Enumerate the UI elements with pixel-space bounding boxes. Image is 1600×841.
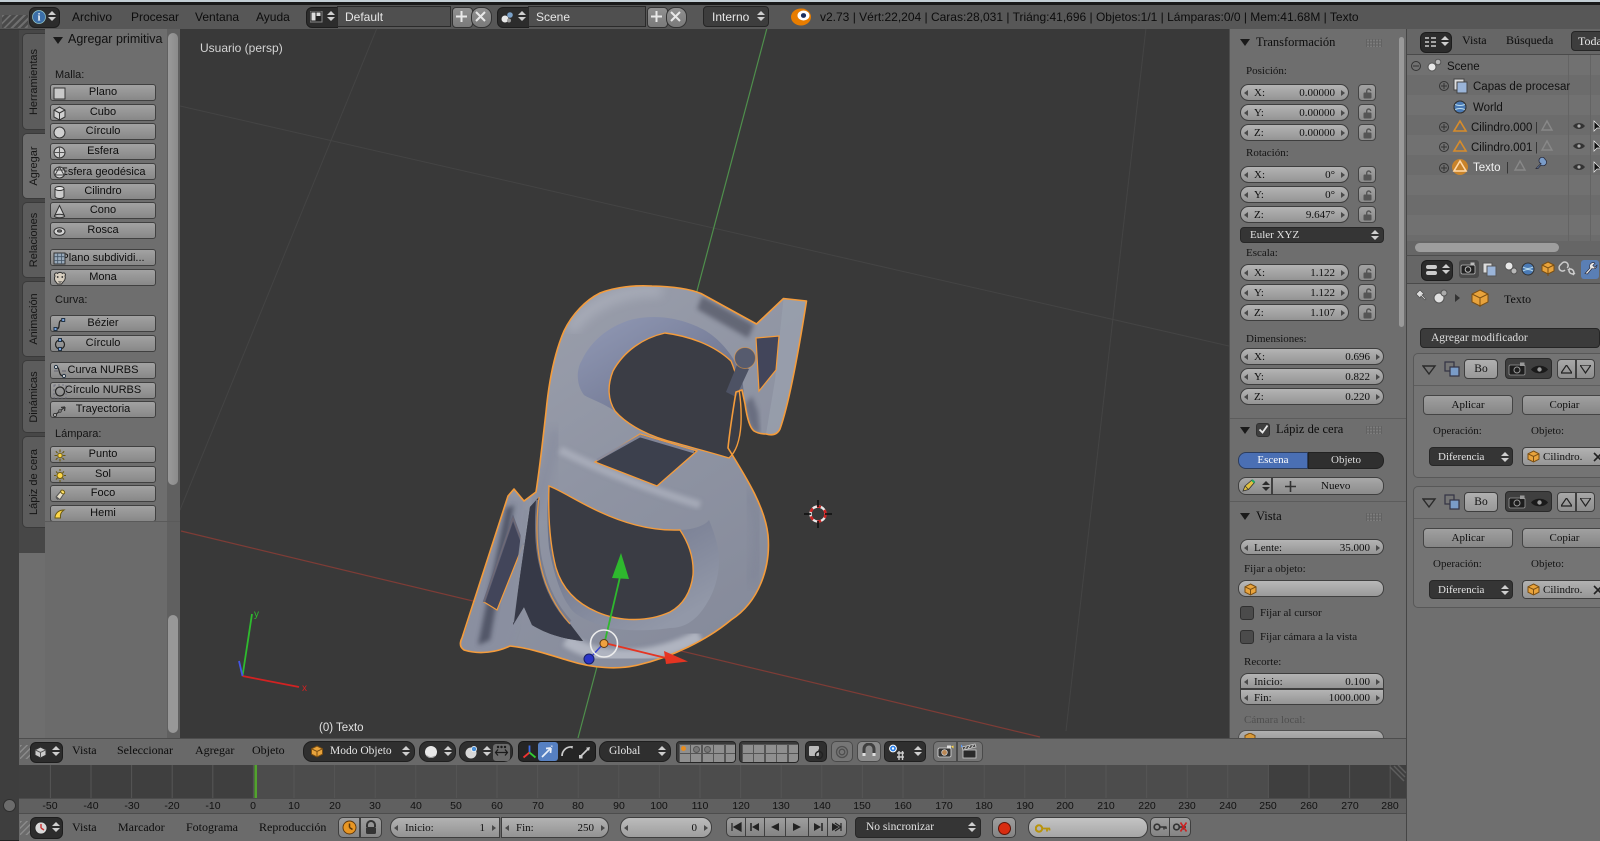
svg-text:50: 50 [450,800,462,812]
svg-text:Usuario (persp): Usuario (persp) [200,41,283,55]
svg-text:190: 190 [1016,800,1034,812]
svg-text:Texto: Texto [1473,162,1501,174]
svg-text:40: 40 [410,800,422,812]
svg-text:210: 210 [1097,800,1115,812]
svg-text:70: 70 [532,800,544,812]
svg-text:270: 270 [1341,800,1359,812]
svg-text:(0) Texto: (0) Texto [319,722,364,734]
svg-text:140: 140 [813,800,831,812]
svg-text:10: 10 [288,800,300,812]
svg-text:120: 120 [732,800,750,812]
svg-text:|: | [1506,162,1509,174]
svg-text:x: x [302,683,307,694]
svg-text:0: 0 [250,800,256,812]
svg-text:i: i [38,13,41,24]
svg-text:80: 80 [572,800,584,812]
svg-text:170: 170 [935,800,953,812]
svg-text:180: 180 [975,800,993,812]
svg-text:60: 60 [491,800,503,812]
svg-text:|: | [1535,142,1538,154]
svg-text:280: 280 [1381,800,1399,812]
svg-text:90: 90 [613,800,625,812]
svg-text:Cilindro.001: Cilindro.001 [1471,142,1532,154]
svg-text:160: 160 [894,800,912,812]
svg-text:-50: -50 [42,800,57,812]
svg-text:230: 230 [1178,800,1196,812]
svg-text:20: 20 [329,800,341,812]
svg-text:130: 130 [772,800,790,812]
svg-text:|: | [1535,122,1538,134]
svg-text:220: 220 [1138,800,1156,812]
svg-text:150: 150 [853,800,871,812]
svg-text:World: World [1473,102,1503,114]
svg-text:-40: -40 [83,800,98,812]
svg-text:y: y [254,609,259,620]
svg-text:Scene: Scene [1447,61,1480,73]
svg-text:100: 100 [650,800,668,812]
svg-text:-30: -30 [124,800,139,812]
svg-text:-10: -10 [205,800,220,812]
svg-text:200: 200 [1056,800,1074,812]
svg-text:110: 110 [692,800,709,812]
svg-text:250: 250 [1259,800,1277,812]
svg-text:Cilindro.000: Cilindro.000 [1471,122,1532,134]
svg-text:Capas de procesar: Capas de procesar [1473,81,1570,93]
svg-text:240: 240 [1219,800,1237,812]
svg-text:260: 260 [1300,800,1318,812]
svg-text:30: 30 [369,800,381,812]
svg-text:-20: -20 [164,800,179,812]
